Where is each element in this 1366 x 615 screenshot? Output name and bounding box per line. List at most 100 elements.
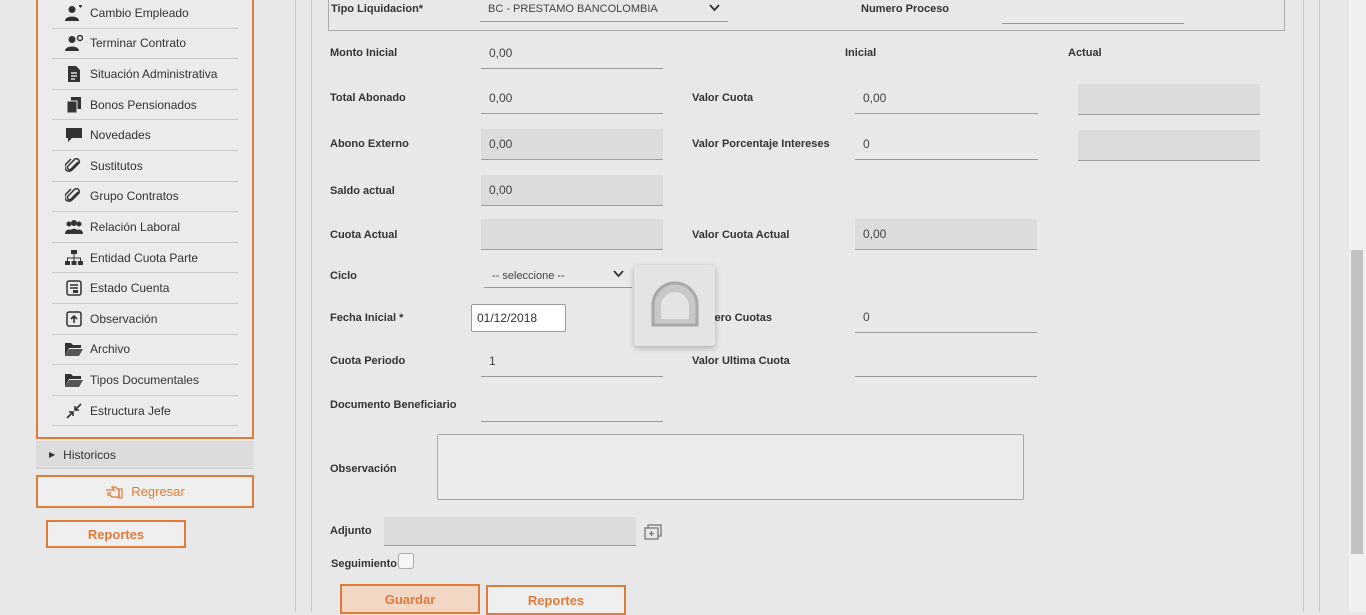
sidebar-item-novedades[interactable]: Novedades [52, 120, 238, 151]
monto-inicial-label: Monto Inicial [330, 47, 398, 59]
monto-inicial-input[interactable]: 0,00 [481, 38, 663, 69]
sidebar-item-label: Novedades [90, 128, 151, 143]
valor-cuota-actual-label: Valor Cuota Actual [692, 229, 790, 241]
sidebar-item-terminar-contrato[interactable]: Terminar Contrato [52, 29, 238, 60]
adjunto-label: Adjunto [330, 525, 372, 537]
sidebar-item-cambio-empleado[interactable]: Cambio Empleado [52, 0, 238, 29]
regresar-label: Regresar [131, 484, 185, 499]
reportes-button[interactable]: Reportes [486, 585, 626, 615]
sidebar-item-estructura-jefe[interactable]: Estructura Jefe [52, 396, 238, 427]
sidebar-item-label: Entidad Cuota Parte [90, 250, 199, 265]
sidebar-item-estado-cuenta[interactable]: Estado Cuenta [52, 273, 238, 304]
paperclip-icon [64, 157, 84, 175]
guardar-button[interactable]: Guardar [340, 584, 480, 614]
caret-right-icon: ▶ [49, 450, 56, 459]
sidebar-item-archivo[interactable]: Archivo [52, 335, 238, 366]
reportes-side-button[interactable]: Reportes [46, 520, 186, 548]
user-edit-icon [64, 4, 84, 22]
ciclo-label: Ciclo [330, 270, 357, 282]
observacion-label: Observación [330, 463, 397, 475]
sidebar-item-situacion-administrativa[interactable]: Situación Administrativa [52, 59, 238, 90]
valor-ultima-cuota-label: Valor Ultima Cuota [692, 355, 790, 367]
seguimiento-checkbox[interactable] [398, 553, 414, 569]
paperclip-icon [64, 187, 84, 205]
document-icon [64, 65, 84, 83]
valor-cuota-actual-value-field: 0,00 [855, 219, 1037, 250]
sidebar-item-label: Estado Cuenta [90, 281, 170, 296]
sidebar-item-label: Terminar Contrato [90, 36, 187, 51]
user-remove-icon [64, 34, 84, 52]
seguimiento-label: Seguimiento [331, 558, 398, 570]
sidebar-item-label: Tipos Documentales [90, 372, 199, 387]
regresar-button[interactable]: Regresar [36, 475, 254, 508]
tipo-liquidacion-select[interactable]: BC - PRESTAMO BANCOLOMBIA [480, 0, 728, 22]
cuota-actual-label: Cuota Actual [330, 229, 398, 241]
fecha-inicial-input[interactable]: 01/12/2018 [471, 304, 566, 332]
column-header-actual: Actual [1068, 47, 1102, 59]
saldo-actual-field: 0,00 [481, 175, 663, 206]
adjunto-input[interactable] [384, 517, 636, 546]
sidebar-item-label: Relación Laboral [90, 219, 181, 234]
valor-porcentaje-intereses-input[interactable]: 0 [855, 129, 1038, 160]
sidebar-item-label: Sustitutos [90, 158, 143, 173]
tipo-liquidacion-label: Tipo Liquidacion* [331, 3, 424, 15]
sidebar-item-grupo-contratos[interactable]: Grupo Contratos [52, 182, 238, 213]
ciclo-value: -- seleccione -- [492, 269, 565, 282]
numero-cuotas-input[interactable]: 0 [855, 302, 1037, 333]
sidebar-menu: Cambio Empleado Terminar Contrato Situac… [36, 0, 254, 439]
documento-beneficiario-label: Documento Beneficiario [330, 399, 457, 411]
users-icon [64, 218, 84, 236]
chevron-down-icon [613, 270, 624, 281]
sidebar-item-entidad-cuota-parte[interactable]: Entidad Cuota Parte [52, 243, 238, 274]
panel-border-left [311, 0, 312, 612]
account-icon [64, 279, 84, 297]
historicos-label: Historicos [63, 447, 116, 462]
sidebar-item-label: Situación Administrativa [90, 66, 218, 81]
sidebar-item-tipos-documentales[interactable]: Tipos Documentales [52, 365, 238, 396]
sidebar-item-label: Estructura Jefe [90, 403, 171, 418]
cuota-periodo-label: Cuota Periodo [330, 355, 406, 367]
scrollbar-thumb[interactable] [1351, 250, 1363, 554]
column-header-inicial: Inicial [845, 47, 877, 59]
upload-box-icon [64, 310, 84, 328]
valor-cuota-actual-field [1078, 84, 1260, 115]
fecha-inicial-label: Fecha Inicial * [330, 312, 404, 324]
numero-proceso-label: Numero Proceso [861, 3, 950, 15]
total-abonado-input[interactable]: 0,00 [481, 83, 663, 114]
copy-icon [64, 96, 84, 114]
compress-icon [64, 402, 84, 420]
panel-border-right [1303, 0, 1304, 612]
sidebar-item-label: Observación [90, 311, 158, 326]
total-abonado-label: Total Abonado [330, 92, 406, 104]
sidebar-item-observacion[interactable]: Observación [52, 304, 238, 335]
sidebar-item-bonos-pensionados[interactable]: Bonos Pensionados [52, 90, 238, 121]
abono-externo-label: Abono Externo [330, 138, 409, 150]
sidebar-item-label: Grupo Contratos [90, 189, 179, 204]
panel-divider-right [1319, 0, 1320, 612]
saldo-actual-label: Saldo actual [330, 185, 395, 197]
cuota-periodo-input[interactable]: 1 [481, 346, 663, 377]
valor-ultima-cuota-input[interactable] [855, 346, 1037, 377]
documento-beneficiario-input[interactable] [481, 391, 663, 422]
loading-spinner [634, 265, 715, 346]
numero-proceso-input[interactable] [1002, 0, 1184, 24]
ciclo-select[interactable]: -- seleccione -- [484, 264, 632, 288]
sidebar-item-sustitutos[interactable]: Sustitutos [52, 151, 238, 182]
tipo-liquidacion-value: BC - PRESTAMO BANCOLOMBIA [488, 3, 658, 15]
panel-divider [295, 0, 296, 612]
sidebar-item-label: Bonos Pensionados [90, 97, 197, 112]
folder-open-icon [64, 371, 84, 389]
folder-open-icon [64, 340, 84, 358]
attach-file-icon[interactable] [644, 524, 662, 540]
sidebar-item-relacion-laboral[interactable]: Relación Laboral [52, 212, 238, 243]
valor-cuota-inicial-input[interactable]: 0,00 [855, 83, 1038, 114]
valor-cuota-label: Valor Cuota [692, 92, 754, 104]
comment-icon [64, 126, 84, 144]
valor-porcentaje-intereses-actual-field [1078, 130, 1260, 161]
observacion-textarea[interactable] [437, 434, 1024, 500]
sidebar-item-label: Cambio Empleado [90, 5, 189, 20]
cuota-actual-field [481, 219, 663, 250]
valor-porcentaje-intereses-label: Valor Porcentaje Intereses [692, 138, 830, 150]
historicos-toggle[interactable]: ▶ Historicos [36, 441, 254, 469]
chevron-down-icon [709, 3, 720, 15]
